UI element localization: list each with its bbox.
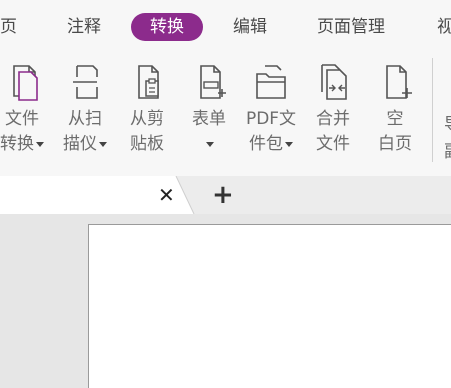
tab-page-management[interactable]: 页面管理 [317, 13, 385, 41]
tool-label-line1: 从剪 [130, 109, 164, 129]
clipboard-icon [118, 62, 176, 102]
file-convert-icon [0, 62, 51, 102]
combine-files-icon [304, 62, 362, 102]
close-tab-icon[interactable]: ✕ [158, 183, 175, 207]
tab-comment[interactable]: 注释 [67, 13, 101, 41]
pdf-portfolio-button[interactable]: PDF文 件包 [242, 62, 300, 157]
tool-label-line2: 贴板 [130, 134, 164, 154]
combine-files-button[interactable]: 合并 文件 [304, 62, 362, 157]
tool-label-line2: 转换 [0, 134, 34, 154]
tab-convert[interactable]: 转换 [131, 13, 203, 41]
tab-view[interactable]: 视 [437, 13, 451, 41]
dropdown-caret-icon [99, 141, 107, 147]
tab-view-partial[interactable]: 页 [0, 13, 17, 41]
menu-bar: 页 注释 转换 编辑 页面管理 视 [0, 0, 451, 52]
cut-off-tool-label-line1[interactable]: 导 [444, 110, 451, 135]
dropdown-caret-icon [206, 141, 214, 147]
tool-label-line2: 描仪 [63, 134, 97, 154]
document-tab[interactable]: ✕ [0, 176, 195, 214]
tool-label-line1: 空 [386, 109, 404, 129]
dropdown-caret-icon [285, 141, 293, 147]
document-tab-bar: ✕ + [0, 176, 451, 214]
blank-page-icon [366, 62, 424, 102]
form-button[interactable]: 表单 [180, 62, 238, 157]
dropdown-caret-icon [36, 141, 44, 147]
blank-page-button[interactable]: 空 白页 [366, 62, 424, 157]
new-tab-icon[interactable]: + [212, 182, 234, 208]
ribbon-toolbar: 文件 转换 从扫 描仪 从剪 贴板 表单 PDF文 件包 合并 文件 空 白页 [0, 52, 451, 176]
from-clipboard-button[interactable]: 从剪 贴板 [118, 62, 176, 157]
portfolio-icon [242, 62, 300, 102]
ribbon-separator [432, 58, 433, 162]
from-scanner-button[interactable]: 从扫 描仪 [56, 62, 114, 157]
document-page[interactable] [88, 224, 451, 388]
tool-label-line2: 文件 [316, 134, 350, 154]
tool-label-line1: 合并 [316, 109, 350, 129]
tool-label-line1: 从扫 [68, 109, 102, 129]
tool-label-line2: 件包 [249, 134, 283, 154]
tool-label-line1: 表单 [192, 109, 226, 129]
cut-off-tool-label-line2[interactable]: 副 [444, 137, 451, 162]
form-icon [180, 62, 238, 102]
tool-label-line1: PDF文 [245, 109, 297, 129]
tool-label-line2: 白页 [378, 134, 412, 154]
tool-label-line1: 文件 [5, 109, 39, 129]
tab-edit[interactable]: 编辑 [233, 13, 267, 41]
file-convert-button[interactable]: 文件 转换 [0, 62, 51, 157]
scanner-icon [56, 62, 114, 102]
